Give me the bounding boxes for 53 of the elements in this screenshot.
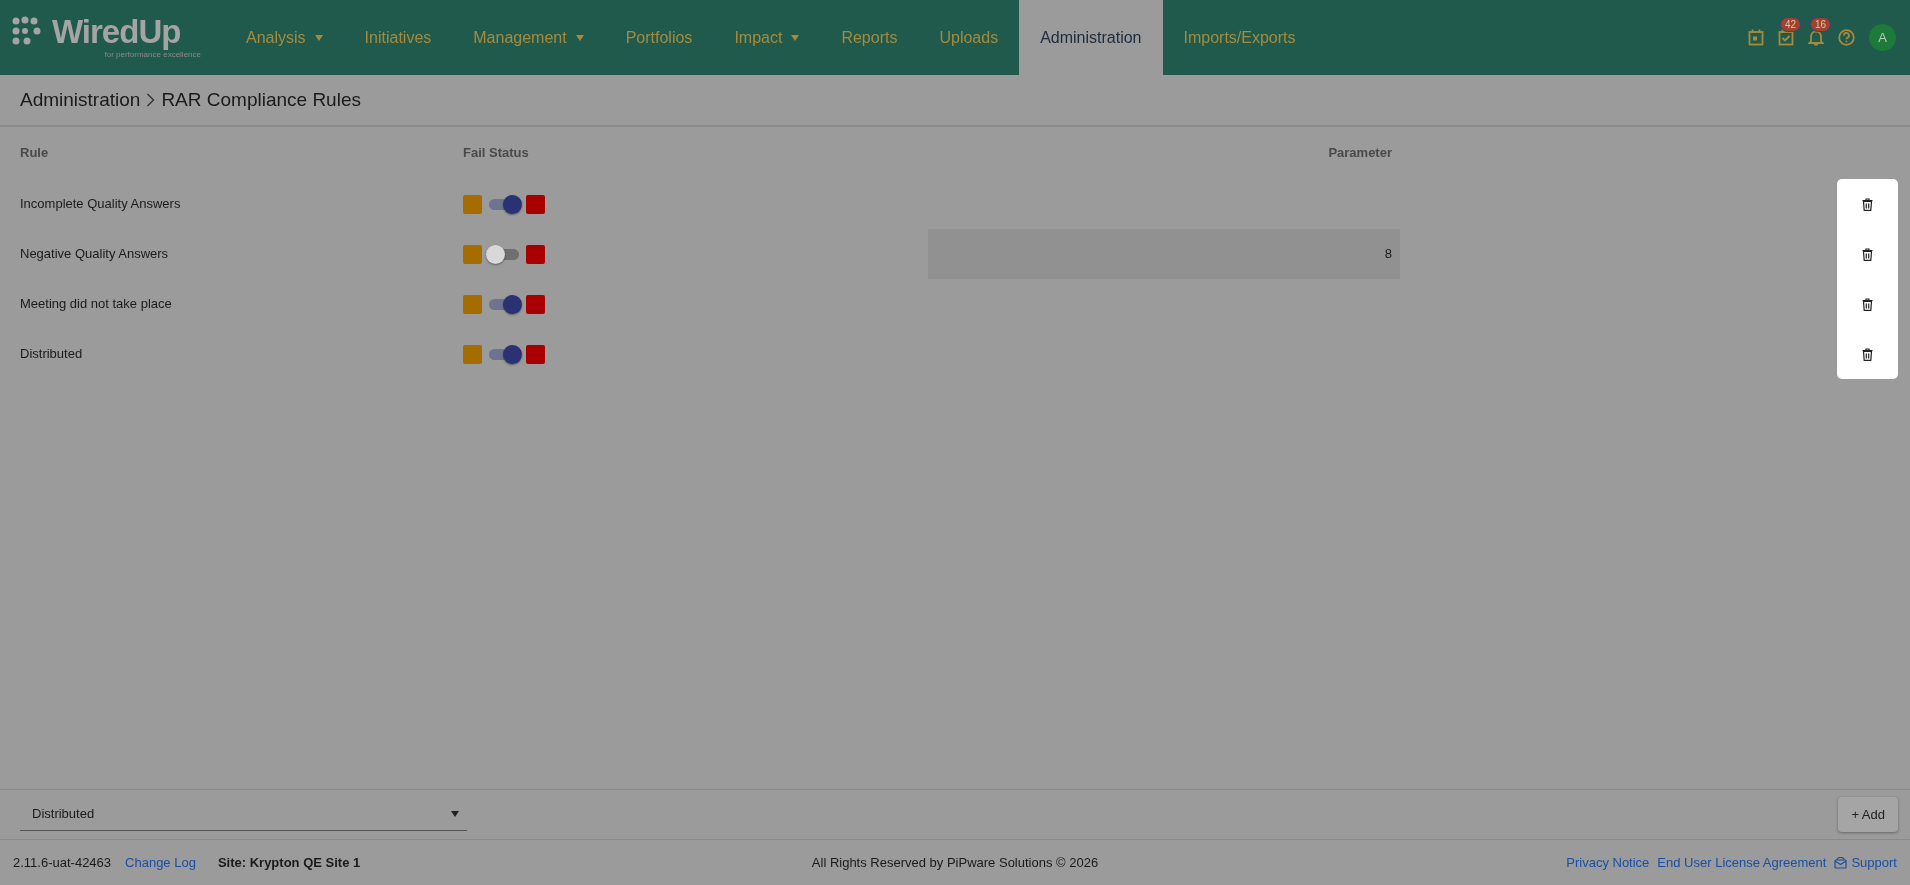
add-button[interactable]: + Add	[1838, 796, 1898, 833]
select-value: Distributed	[32, 805, 95, 824]
logo-tagline: for performance excellence	[104, 49, 201, 61]
caret-icon	[451, 811, 459, 817]
rule-name: Negative Quality Answers	[20, 245, 169, 264]
version-text: 2.11.6-uat-42463	[13, 853, 112, 872]
nav-tab[interactable]: Initiatives	[343, 0, 453, 75]
column-header: Rule	[20, 144, 49, 163]
avatar-button[interactable]: A	[1869, 24, 1896, 51]
rule-name: Incomplete Quality Answers	[20, 195, 181, 214]
column-header: Parameter	[1328, 144, 1392, 163]
delete-icon[interactable]	[1862, 347, 1873, 361]
nav-tab[interactable]: Administration	[1019, 0, 1163, 75]
count-badge: 42	[1780, 17, 1802, 32]
delete-icon[interactable]	[1862, 197, 1873, 211]
nav-tab[interactable]: Uploads	[918, 0, 1020, 75]
warning-swatch	[463, 244, 482, 264]
site-name: Site: Krypton QE Site 1	[217, 853, 361, 872]
fail-swatch	[526, 294, 545, 314]
fail-swatch	[526, 244, 545, 264]
footer-link[interactable]: Privacy Notice	[1566, 852, 1650, 873]
column-header: Fail Status	[463, 144, 529, 163]
bell-icon[interactable]	[1808, 29, 1824, 46]
fail-swatch	[526, 194, 545, 214]
help-icon[interactable]	[1838, 29, 1855, 46]
calendar-icon[interactable]	[1748, 29, 1764, 46]
nav-tab[interactable]: Analysis	[225, 0, 344, 75]
breadcrumb-item: RAR Compliance Rules	[161, 87, 361, 112]
warning-swatch	[463, 294, 482, 314]
chevron-icon	[146, 93, 156, 107]
rule-name: Distributed	[20, 345, 83, 364]
breadcrumb-item[interactable]: Administration	[20, 85, 141, 115]
task-check-icon[interactable]	[1778, 29, 1794, 46]
rule-name: Meeting did not take place	[20, 295, 172, 314]
change-log-link[interactable]: Change Log	[125, 852, 196, 873]
warning-swatch	[463, 194, 482, 214]
logo-wordmark: WiredUp	[52, 14, 181, 48]
footer-link[interactable]: End User License Agreement	[1657, 852, 1827, 873]
envelope-icon	[1834, 856, 1848, 869]
count-badge: 16	[1810, 17, 1832, 32]
nav-tab[interactable]: Reports	[820, 0, 919, 75]
select-field[interactable]: Distributed	[20, 798, 467, 831]
support-link[interactable]: Support	[1834, 852, 1897, 873]
parameter-field[interactable]: 8	[928, 229, 1400, 279]
nav-tab[interactable]: Impact	[713, 0, 821, 75]
fail-swatch	[526, 344, 545, 364]
warning-swatch	[463, 344, 482, 364]
copyright-text: All Rights Reserved by PiPware Solutions © 2026	[811, 853, 1099, 872]
delete-icon[interactable]	[1862, 247, 1873, 261]
nav-tab[interactable]: Imports/Exports	[1162, 0, 1317, 75]
nav-tab[interactable]: Portfolios	[604, 0, 714, 75]
delete-icon[interactable]	[1862, 297, 1873, 311]
nav-tab[interactable]: Management	[452, 0, 605, 75]
